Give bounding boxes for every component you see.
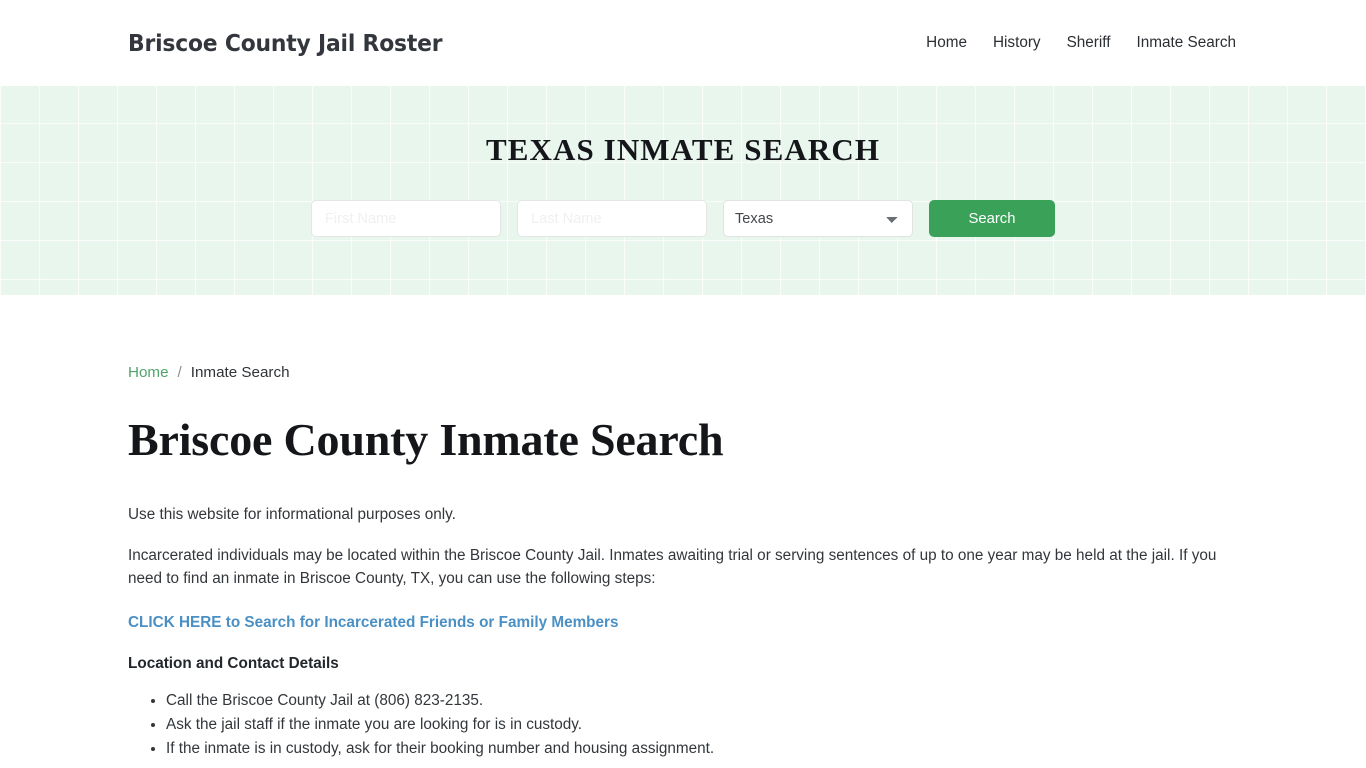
nav-item-history[interactable]: History xyxy=(991,30,1043,56)
description-paragraph: Incarcerated individuals may be located … xyxy=(128,546,1217,588)
hero-title: TEXAS INMATE SEARCH xyxy=(485,132,881,167)
search-button[interactable]: Search xyxy=(929,200,1055,237)
breadcrumb-current: Inmate Search xyxy=(190,364,290,381)
inmate-search-form: Texas Search xyxy=(311,200,1055,237)
list-item: Call the Briscoe County Jail at (806) 82… xyxy=(166,689,1238,713)
steps-list: Call the Briscoe County Jail at (806) 82… xyxy=(128,689,1238,761)
list-item: Ask the jail staff if the inmate you are… xyxy=(166,713,1238,737)
breadcrumb-separator: / xyxy=(177,364,182,381)
site-header: Briscoe County Jail Roster Home History … xyxy=(0,0,1366,86)
breadcrumb: Home / Inmate Search xyxy=(128,295,1238,381)
last-name-input[interactable] xyxy=(517,200,707,237)
main-navigation: Home History Sheriff Inmate Search xyxy=(924,30,1238,56)
nav-item-home[interactable]: Home xyxy=(924,30,969,56)
page-title: Briscoe County Inmate Search xyxy=(128,414,724,465)
intro-text: Use this website for informational purpo… xyxy=(128,506,456,523)
site-logo[interactable]: Briscoe County Jail Roster xyxy=(128,29,443,57)
first-name-input[interactable] xyxy=(311,200,501,237)
hero-section: TEXAS INMATE SEARCH Texas Search xyxy=(0,86,1366,295)
main-content: Home / Inmate Search Briscoe County Inma… xyxy=(0,295,1366,761)
nav-item-inmate-search[interactable]: Inmate Search xyxy=(1135,30,1238,56)
state-select[interactable]: Texas xyxy=(723,200,913,237)
breadcrumb-home[interactable]: Home xyxy=(128,364,169,381)
section-heading-location-contact: Location and Contact Details xyxy=(128,654,339,672)
nav-item-sheriff[interactable]: Sheriff xyxy=(1065,30,1113,56)
list-item: If the inmate is in custody, ask for the… xyxy=(166,737,1238,761)
inmate-search-cta-link[interactable]: CLICK HERE to Search for Incarcerated Fr… xyxy=(128,614,1238,632)
